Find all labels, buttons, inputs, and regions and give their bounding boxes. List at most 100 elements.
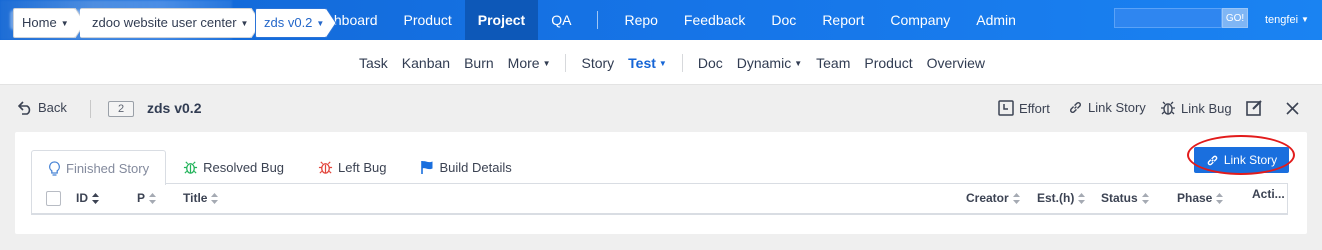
subnav-divider	[681, 53, 683, 72]
link-story-button-label: Link Story	[1223, 153, 1278, 167]
nav-report[interactable]: Report	[809, 0, 877, 40]
sort-icon	[1012, 193, 1020, 204]
subnav-test[interactable]: Test ▼	[621, 55, 674, 71]
breadcrumb-separator-icon	[326, 8, 337, 38]
tab-finished-story-label: Finished Story	[66, 160, 150, 176]
column-estimate[interactable]: Est.(h)	[1037, 184, 1086, 213]
edit-icon[interactable]	[1246, 99, 1263, 116]
link-icon	[1207, 155, 1218, 165]
close-icon[interactable]	[1286, 102, 1299, 115]
tab-finished-story[interactable]: Finished Story	[31, 150, 167, 185]
column-creator[interactable]: Creator	[966, 184, 1020, 213]
subnav-dynamic-label: Dynamic	[736, 54, 792, 71]
nav-project[interactable]: Project	[464, 0, 539, 40]
tab-resolved-bug[interactable]: Resolved Bug	[166, 150, 301, 184]
toolbar-link-story-button[interactable]: Link Story	[1068, 100, 1146, 115]
nav-admin[interactable]: Admin	[963, 0, 1029, 40]
subnav-dynamic[interactable]: Dynamic ▼	[730, 55, 809, 71]
link-bug-label: Link Bug	[1181, 100, 1232, 116]
column-actions: Acti...	[1252, 180, 1285, 209]
back-arrow-icon	[18, 100, 31, 115]
back-button[interactable]: Back	[18, 100, 67, 115]
nav-repo[interactable]: Repo	[611, 0, 670, 40]
user-name: tengfei	[1265, 14, 1299, 26]
sort-icon	[211, 193, 219, 204]
tab-build-details[interactable]: Build Details	[403, 150, 528, 184]
subnav-burn[interactable]: Burn	[457, 55, 501, 71]
tab-left-bug-label: Left Bug	[338, 160, 387, 175]
caret-down-icon: ▼	[316, 19, 325, 28]
caret-down-icon: ▼	[240, 19, 249, 28]
sort-icon	[1216, 193, 1224, 204]
story-table-header: ID P Title Creator Est.(h) Status Phase …	[31, 184, 1288, 215]
nav-product[interactable]: Product	[391, 0, 465, 40]
toolbar-link-story-label: Link Story	[1088, 100, 1146, 115]
column-status-label: Status	[1101, 191, 1138, 205]
column-id-label: ID	[76, 191, 88, 205]
column-status[interactable]: Status	[1101, 184, 1149, 213]
link-bug-button[interactable]: Link Bug	[1160, 100, 1232, 116]
column-creator-label: Creator	[966, 191, 1009, 205]
build-toolbar: Back 2 zds v0.2 Effort Link Story Link B…	[0, 86, 1322, 132]
lightbulb-icon	[49, 160, 60, 176]
breadcrumb-home[interactable]: Home ▼	[13, 8, 76, 38]
column-title[interactable]: Title	[183, 184, 219, 213]
sort-icon	[1078, 193, 1086, 204]
sort-desc-icon	[92, 193, 99, 204]
breadcrumb-build-label: zds v0.2	[264, 15, 313, 30]
subnav-product[interactable]: Product	[857, 55, 919, 71]
subnav-doc[interactable]: Doc	[691, 55, 730, 71]
page-title: zds v0.2	[147, 100, 202, 116]
column-priority-label: P	[137, 191, 146, 205]
tab-build-details-label: Build Details	[439, 160, 512, 175]
subnav-task[interactable]: Task	[352, 55, 395, 71]
bug-icon	[318, 161, 333, 174]
breadcrumb-product-label: zdoo website user center	[92, 15, 237, 30]
column-title-label: Title	[183, 191, 208, 205]
breadcrumb-home-label: Home	[22, 15, 57, 30]
column-actions-label: Acti...	[1252, 187, 1285, 201]
nav-feedback[interactable]: Feedback	[671, 0, 758, 40]
link-story-button[interactable]: Link Story	[1194, 147, 1289, 173]
build-panel: Finished Story Resolved Bug Left Bug Bui…	[15, 132, 1307, 234]
bug-icon	[184, 161, 198, 174]
project-subnav: Task Kanban Burn More ▼ Story Test ▼ Doc D…	[352, 40, 992, 85]
caret-down-icon: ▼	[658, 58, 667, 68]
effort-button[interactable]: Effort	[998, 100, 1050, 116]
user-menu[interactable]: tengfei ▼	[1265, 0, 1309, 40]
breadcrumb-build[interactable]: zds v0.2 ▼	[255, 8, 327, 38]
select-all-checkbox[interactable]	[46, 191, 61, 206]
subnav-kanban[interactable]: Kanban	[395, 55, 457, 71]
nav-qa[interactable]: QA	[538, 0, 584, 40]
link-icon	[1070, 102, 1081, 113]
back-label: Back	[38, 100, 67, 115]
column-estimate-label: Est.(h)	[1037, 191, 1075, 205]
build-id-badge: 2	[108, 101, 134, 117]
breadcrumb-product[interactable]: zdoo website user center ▼	[80, 8, 252, 38]
subnav-team[interactable]: Team	[809, 55, 857, 71]
flag-icon	[421, 161, 433, 174]
global-search-input[interactable]	[1114, 8, 1222, 28]
subnav-overview[interactable]: Overview	[920, 55, 992, 71]
nav-doc[interactable]: Doc	[758, 0, 809, 40]
sort-icon	[149, 193, 157, 204]
clock-icon	[998, 100, 1014, 116]
column-priority[interactable]: P	[137, 184, 157, 213]
caret-down-icon: ▼	[542, 58, 551, 68]
subnav-story[interactable]: Story	[574, 55, 621, 71]
nav-company[interactable]: Company	[877, 0, 963, 40]
sort-icon	[1141, 193, 1149, 204]
effort-label: Effort	[1019, 100, 1050, 116]
caret-down-icon: ▼	[60, 19, 69, 28]
subnav-more[interactable]: More ▼	[501, 55, 558, 71]
tab-left-bug[interactable]: Left Bug	[301, 150, 403, 184]
caret-down-icon: ▼	[794, 58, 803, 68]
column-phase[interactable]: Phase	[1177, 184, 1224, 213]
subnav-more-label: More	[507, 54, 540, 71]
search-go-button[interactable]: GO!	[1222, 8, 1248, 28]
subnav-test-label: Test	[628, 54, 656, 71]
column-phase-label: Phase	[1177, 191, 1213, 205]
column-id[interactable]: ID	[76, 184, 99, 213]
main-nav: Dashboard Product Project QA Repo Feedba…	[296, 0, 1029, 40]
nav-divider	[597, 11, 599, 29]
